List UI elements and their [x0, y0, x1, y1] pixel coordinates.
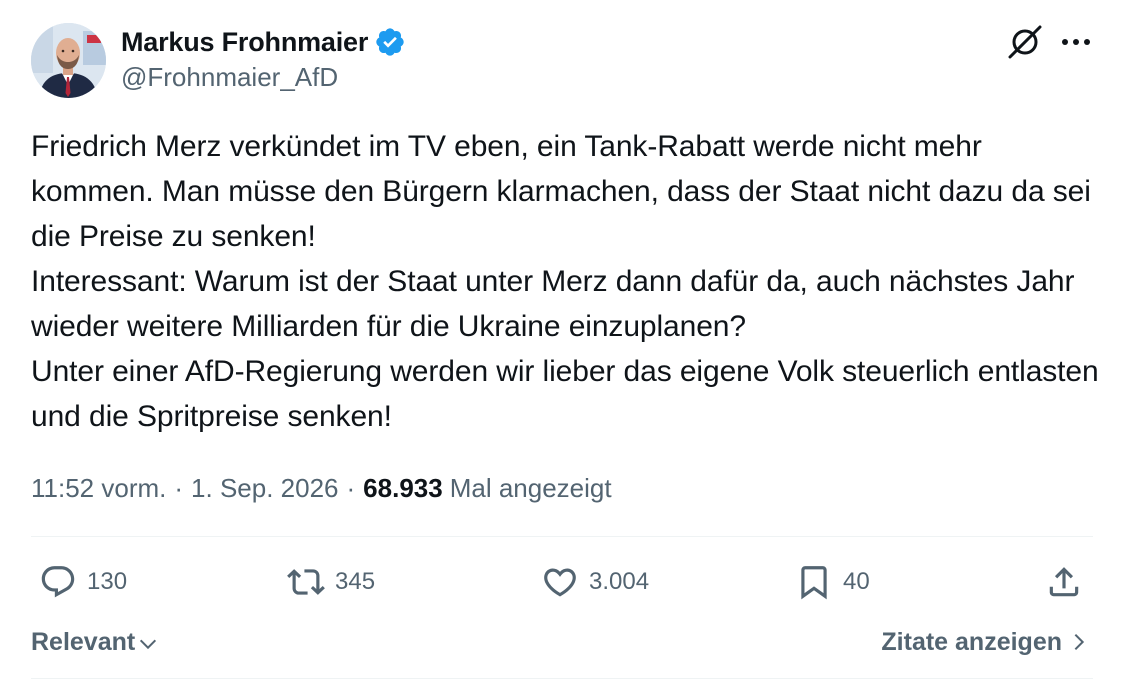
author-name-row: Markus Frohnmaier	[121, 24, 406, 60]
bookmark-button[interactable]: 40	[795, 556, 870, 608]
heart-icon	[544, 568, 576, 597]
reply-icon	[41, 566, 75, 598]
chevron-down-icon	[140, 639, 157, 650]
like-count: 3.004	[589, 568, 650, 595]
author-handle[interactable]: @Frohnmaier_AfD	[121, 62, 338, 93]
retweet-icon	[287, 569, 325, 595]
meta-separator: ·	[346, 472, 356, 503]
chevron-right-icon	[1074, 633, 1085, 651]
more-icon[interactable]	[1058, 28, 1094, 56]
reply-sort-label: Relevant	[31, 627, 136, 656]
tweet-meta: 11:52 vorm. · 1. Sep. 2026 · 68.933 Mal …	[31, 468, 612, 508]
view-quotes-label: Zitate anzeigen	[881, 627, 1062, 656]
views-count: 68.933	[363, 472, 443, 503]
divider	[31, 678, 1093, 679]
bookmark-icon	[801, 566, 827, 600]
verified-badge-icon[interactable]	[374, 26, 406, 58]
meta-separator: ·	[174, 472, 184, 503]
avatar-image	[31, 23, 106, 98]
bookmark-count: 40	[843, 568, 870, 595]
share-button[interactable]	[1045, 556, 1083, 608]
action-bar: 130 345 3.004 40	[31, 556, 1093, 608]
reply-count: 130	[87, 568, 128, 595]
avatar[interactable]	[31, 23, 106, 98]
author-display-name[interactable]: Markus Frohnmaier	[121, 27, 368, 58]
retweet-button[interactable]: 345	[287, 556, 375, 608]
retweet-count: 345	[335, 568, 376, 595]
reply-button[interactable]: 130	[39, 556, 127, 608]
grok-icon[interactable]	[1005, 22, 1045, 62]
divider	[31, 536, 1093, 537]
share-icon	[1049, 567, 1079, 597]
views-label: Mal angezeigt	[449, 472, 612, 503]
view-quotes-link[interactable]: Zitate anzeigen	[881, 624, 1090, 660]
reply-sort-dropdown[interactable]: Relevant	[31, 624, 159, 660]
tweet-card: Markus Frohnmaier @Frohnmaier_AfD Friedr…	[0, 0, 1123, 680]
tweet-date[interactable]: 1. Sep. 2026	[191, 473, 338, 504]
like-button[interactable]: 3.004	[541, 556, 649, 608]
tweet-text: Friedrich Merz verkündet im TV eben, ein…	[31, 130, 1099, 433]
tweet-time[interactable]: 11:52 vorm.	[31, 473, 166, 504]
